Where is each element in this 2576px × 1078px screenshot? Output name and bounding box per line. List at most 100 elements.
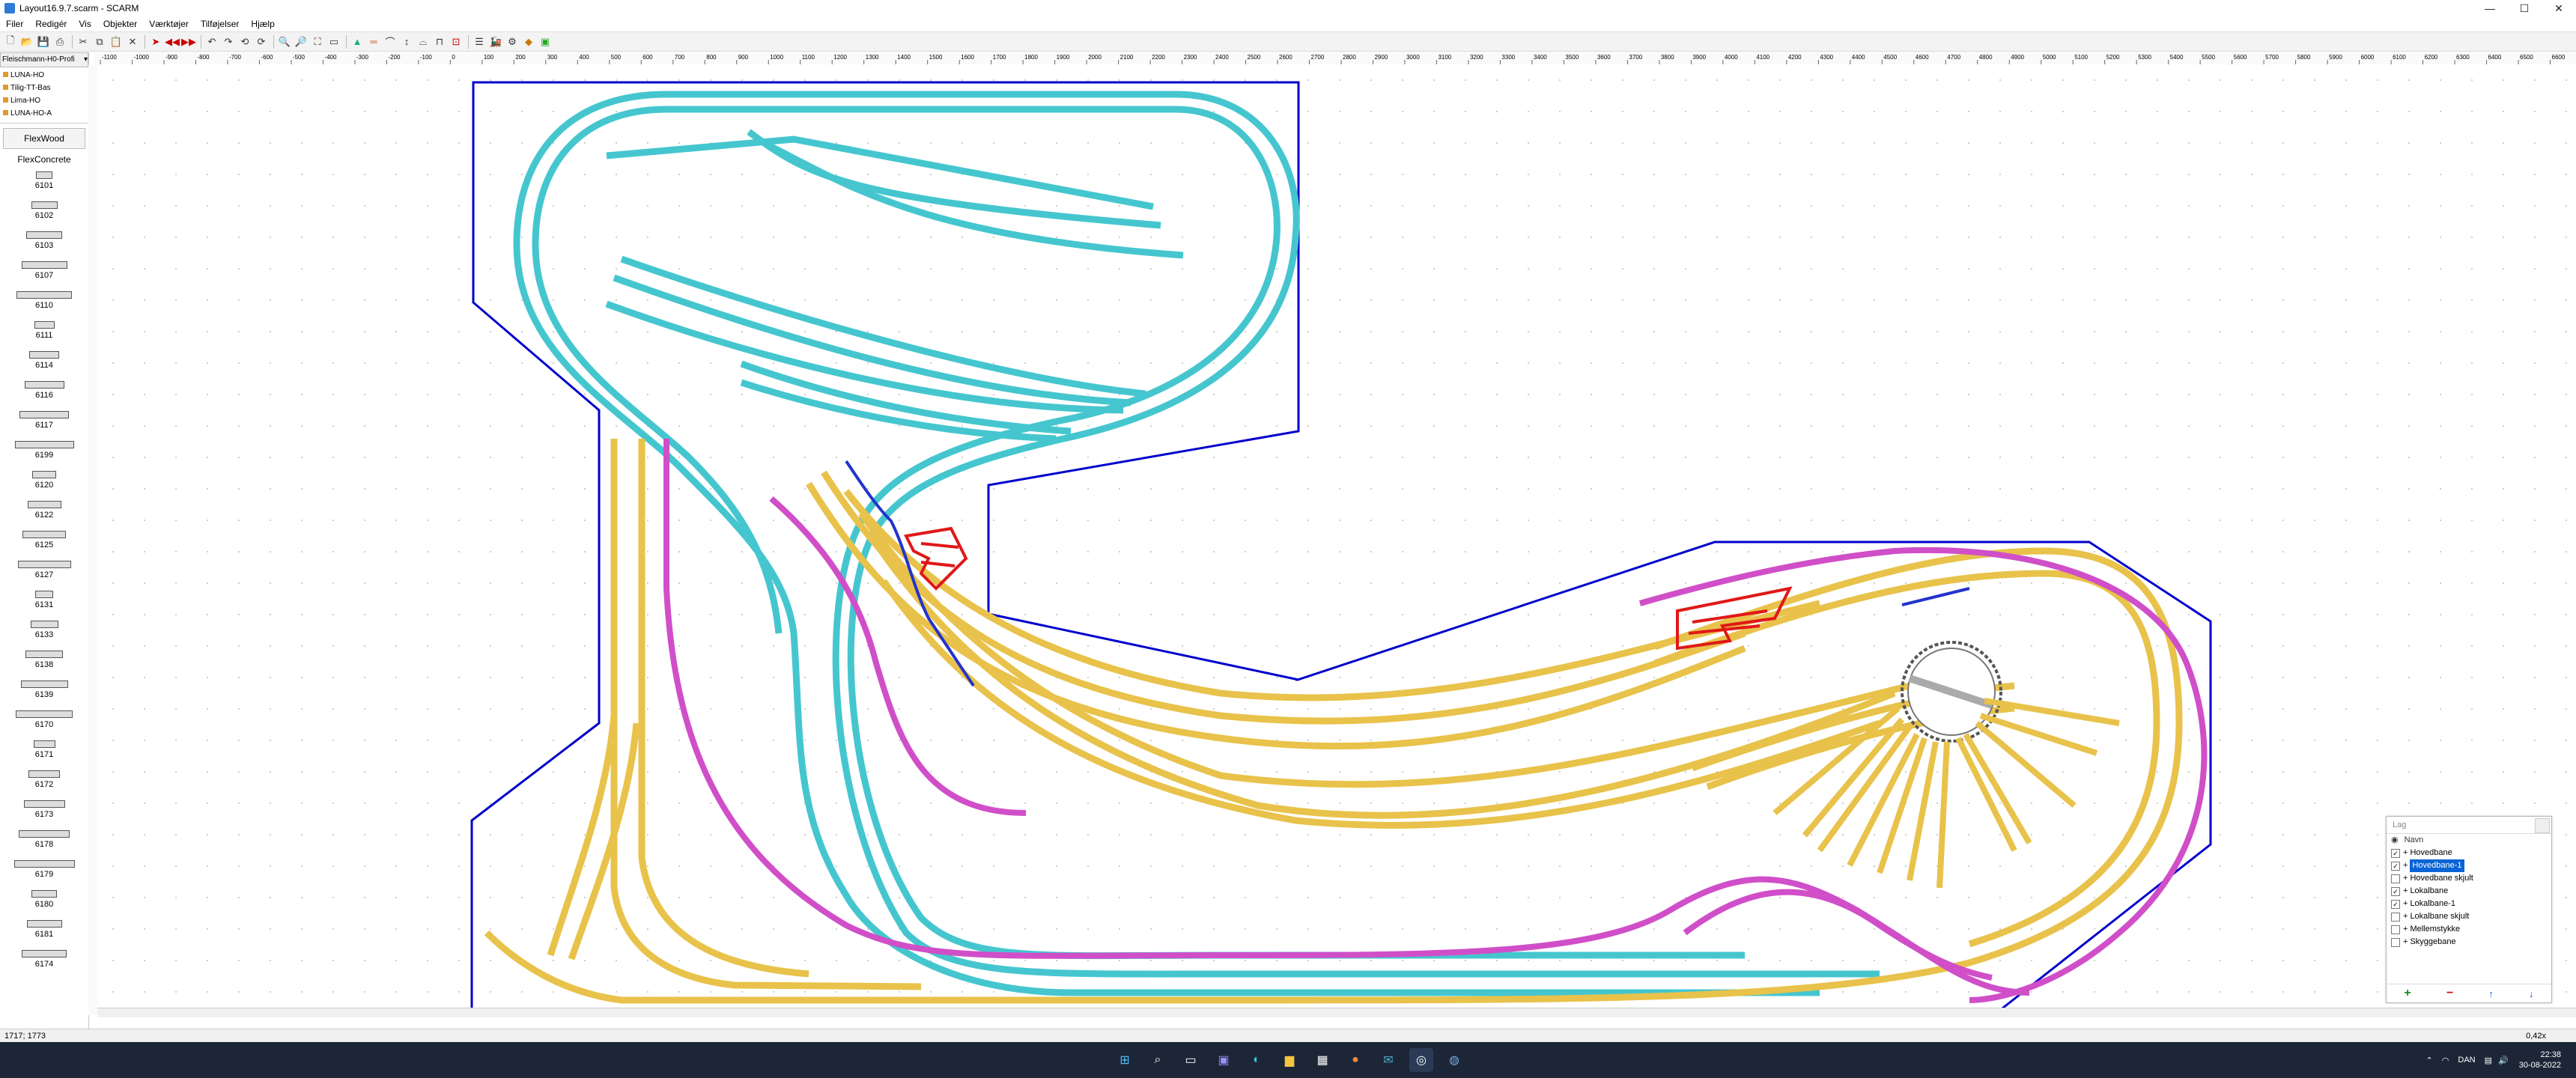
part-item[interactable]: 6178 xyxy=(0,824,88,854)
delete-icon[interactable]: ✕ xyxy=(125,34,140,49)
part-item[interactable]: 6173 xyxy=(0,794,88,824)
expand-icon[interactable]: + xyxy=(2403,898,2408,910)
part-item[interactable]: 6139 xyxy=(0,674,88,704)
menu-help[interactable]: Hjælp xyxy=(245,19,280,29)
library-item[interactable]: Lima-HO xyxy=(3,94,88,107)
layer-checkbox[interactable]: ✓ xyxy=(2391,899,2400,909)
part-item[interactable]: 6101 xyxy=(0,165,88,195)
copy-icon[interactable]: ⧉ xyxy=(92,34,107,49)
expand-icon[interactable]: + xyxy=(2403,847,2408,859)
open-folder-icon[interactable]: 📂 xyxy=(19,34,34,49)
layout-canvas[interactable] xyxy=(97,64,2576,1015)
part-item[interactable]: 6133 xyxy=(0,615,88,645)
add-layer-button[interactable]: + xyxy=(2405,987,2411,1000)
expand-icon[interactable]: + xyxy=(2403,859,2408,872)
layer-row[interactable]: + Mellemstykke xyxy=(2387,923,2551,936)
pointer-icon[interactable]: ➤ xyxy=(148,34,163,49)
expand-icon[interactable]: + xyxy=(2403,885,2408,898)
menu-tools[interactable]: Værktøjer xyxy=(143,19,195,29)
close-button[interactable]: ✕ xyxy=(2542,0,2576,16)
maximize-button[interactable]: ☐ xyxy=(2507,0,2542,16)
clock[interactable]: 22:38 30-08-2022 xyxy=(2519,1050,2561,1071)
part-item[interactable]: 6172 xyxy=(0,764,88,794)
rotate-right-icon[interactable]: ⟳ xyxy=(254,34,269,49)
layers-icon[interactable]: ☰ xyxy=(472,34,487,49)
part-item[interactable]: 6111 xyxy=(0,315,88,345)
layer-row[interactable]: ✓ + Lokalbane xyxy=(2387,885,2551,898)
part-item[interactable]: 6180 xyxy=(0,884,88,914)
menu-objects[interactable]: Objekter xyxy=(97,19,143,29)
volume-icon[interactable]: 🔊 xyxy=(2498,1056,2509,1065)
menu-edit[interactable]: Redigér xyxy=(29,19,73,29)
menu-file[interactable]: Filer xyxy=(0,19,29,29)
store-icon[interactable]: ▦ xyxy=(1310,1048,1334,1072)
layer-row[interactable]: ✓ + Hovedbane xyxy=(2387,847,2551,859)
part-item[interactable]: 6125 xyxy=(0,525,88,555)
layer-row[interactable]: ✓ + Lokalbane-1 xyxy=(2387,898,2551,910)
layer-checkbox[interactable] xyxy=(2391,937,2400,947)
part-item[interactable]: 6120 xyxy=(0,465,88,495)
library-dropdown[interactable]: Fleischmann-H0-Profi ▾ xyxy=(0,52,88,67)
scarm-3d-icon[interactable]: ◍ xyxy=(1442,1048,1466,1072)
close-icon[interactable] xyxy=(2535,818,2550,833)
library-item[interactable]: LUNA-HO xyxy=(3,69,88,82)
part-item[interactable]: 6199 xyxy=(0,435,88,465)
layer-row[interactable]: ✓ + Hovedbane-1 xyxy=(2387,859,2551,872)
library-item[interactable]: LUNA-HO-A xyxy=(3,107,88,120)
layer-checkbox[interactable] xyxy=(2391,925,2400,934)
part-item[interactable]: 6179 xyxy=(0,854,88,884)
task-view-icon[interactable]: ▭ xyxy=(1179,1048,1203,1072)
layer-checkbox[interactable]: ✓ xyxy=(2391,886,2400,896)
layer-checkbox[interactable] xyxy=(2391,912,2400,922)
part-item[interactable]: 6171 xyxy=(0,734,88,764)
language-indicator[interactable]: DAN xyxy=(2458,1056,2475,1065)
wifi-icon[interactable]: ◠ xyxy=(2442,1056,2449,1065)
part-item[interactable]: 6102 xyxy=(0,195,88,225)
measure-icon[interactable]: ⊡ xyxy=(449,34,464,49)
teams-icon[interactable]: ▣ xyxy=(1212,1048,1236,1072)
part-item[interactable]: 6181 xyxy=(0,914,88,944)
menu-view[interactable]: Vis xyxy=(73,19,97,29)
layer-checkbox[interactable] xyxy=(2391,874,2400,883)
paste-icon[interactable]: 📋 xyxy=(109,34,124,49)
flexwood-button[interactable]: FlexWood xyxy=(3,128,85,149)
part-item[interactable]: 6116 xyxy=(0,375,88,405)
scarm-app-icon[interactable]: ◎ xyxy=(1409,1048,1433,1072)
part-item[interactable]: 6103 xyxy=(0,225,88,255)
move-up-button[interactable]: ↑ xyxy=(2488,988,2494,999)
view3d-icon[interactable]: ◆ xyxy=(521,34,536,49)
rotate-left-icon[interactable]: ⟲ xyxy=(237,34,252,49)
new-file-icon[interactable]: 🗋 xyxy=(3,34,18,49)
part-item[interactable]: 6131 xyxy=(0,585,88,615)
part-item[interactable]: 6138 xyxy=(0,645,88,674)
zoom-out-icon[interactable]: 🔎 xyxy=(294,34,309,49)
part-item[interactable]: 6122 xyxy=(0,495,88,525)
print-icon[interactable]: ⎙ xyxy=(52,34,67,49)
expand-icon[interactable]: + xyxy=(2403,936,2408,948)
rewind-icon[interactable]: ◀◀ xyxy=(165,34,180,49)
layer-row[interactable]: + Skyggebane xyxy=(2387,936,2551,948)
minimize-button[interactable]: — xyxy=(2473,0,2507,16)
zoom-fit-icon[interactable]: ⛶ xyxy=(310,34,325,49)
track-tool-icon[interactable]: ═ xyxy=(366,34,381,49)
search-icon[interactable]: ⌕ xyxy=(1146,1048,1170,1072)
part-item[interactable]: 6170 xyxy=(0,704,88,734)
flex-track-icon[interactable]: ⌒ xyxy=(383,34,398,49)
expand-icon[interactable]: + xyxy=(2403,872,2408,885)
simulation-icon[interactable]: ▣ xyxy=(538,34,553,49)
settings-icon[interactable]: ⚙ xyxy=(505,34,520,49)
layer-checkbox[interactable]: ✓ xyxy=(2391,848,2400,858)
train-icon[interactable]: 🚂 xyxy=(488,34,503,49)
expand-icon[interactable]: + xyxy=(2403,923,2408,936)
network-icon[interactable]: ▤ xyxy=(2485,1056,2492,1065)
layer-checkbox[interactable]: ✓ xyxy=(2391,861,2400,871)
layer-row[interactable]: + Hovedbane skjult xyxy=(2387,872,2551,885)
zoom-in-icon[interactable]: 🔍 xyxy=(277,34,292,49)
part-item[interactable]: 6114 xyxy=(0,345,88,375)
layer-row[interactable]: + Lokalbane skjult xyxy=(2387,910,2551,923)
save-icon[interactable]: 💾 xyxy=(36,34,51,49)
explorer-icon[interactable]: ▆ xyxy=(1278,1048,1301,1072)
library-item[interactable]: Tilig-TT-Bas xyxy=(3,82,88,94)
tunnel-icon[interactable]: ⌓ xyxy=(416,34,431,49)
part-item[interactable]: 6174 xyxy=(0,944,88,974)
